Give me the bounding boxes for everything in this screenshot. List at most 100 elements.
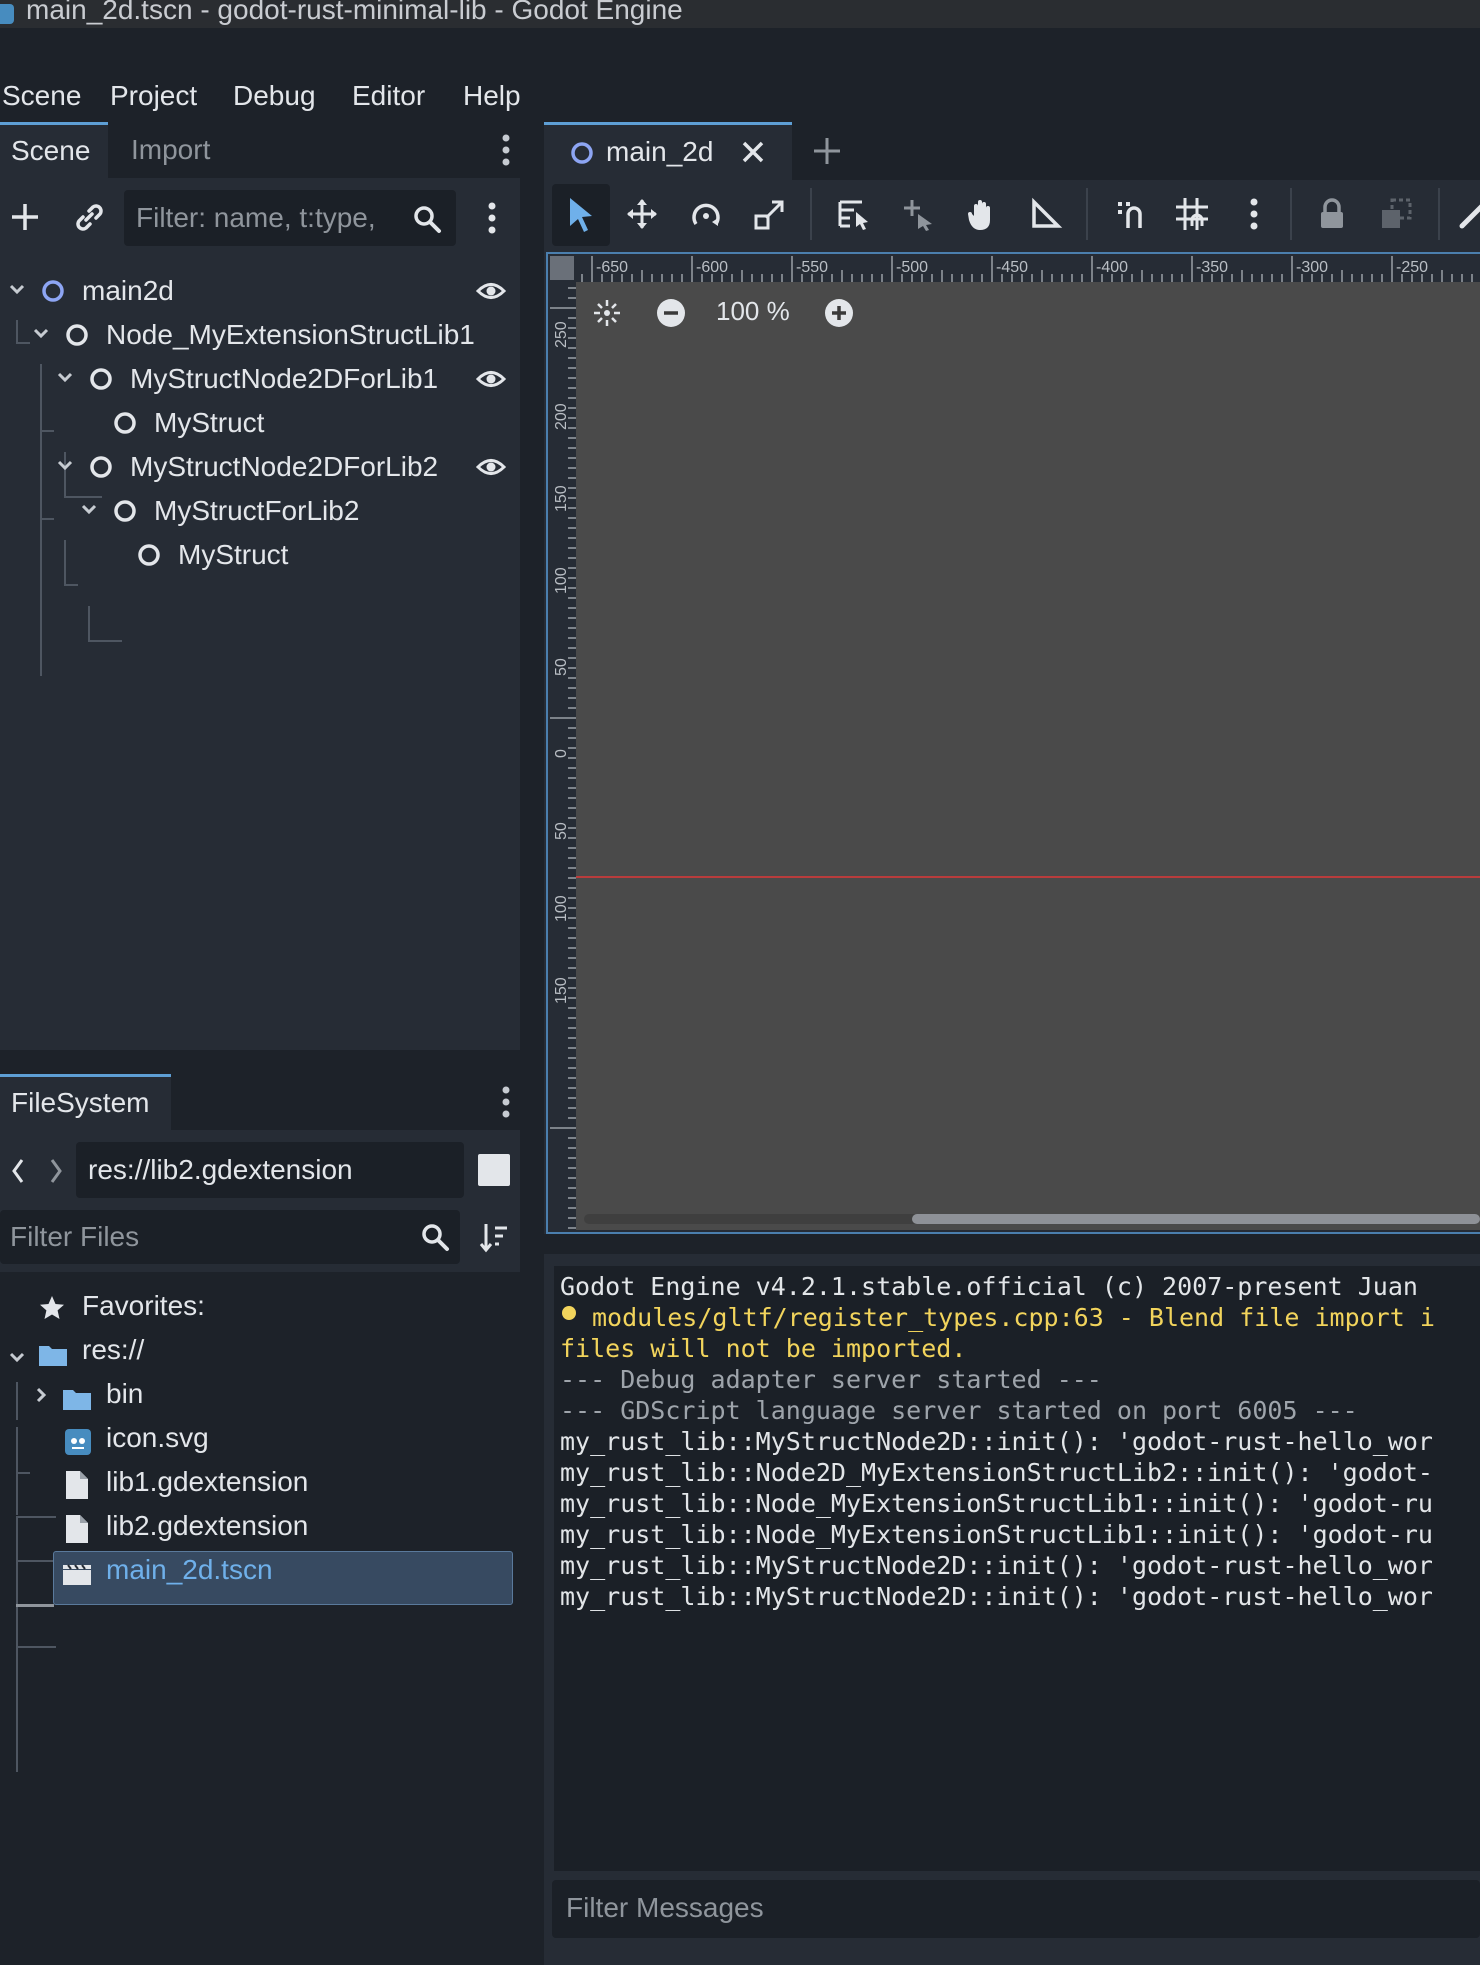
- godot-svg-icon: [64, 1428, 92, 1456]
- viewport-focus-border: [546, 252, 1480, 1234]
- expand-chevron-icon[interactable]: [34, 1386, 48, 1404]
- scene-clapper-icon: [62, 1562, 92, 1586]
- menu-debug[interactable]: Debug: [233, 80, 316, 112]
- node2d-icon: [41, 279, 65, 303]
- grid-snap-icon[interactable]: [1174, 196, 1210, 232]
- sort-icon[interactable]: [478, 1220, 510, 1254]
- tree-node-label[interactable]: MyStruct: [154, 407, 264, 439]
- tree-row-main2d[interactable]: [0, 210, 520, 254]
- path-value: res://lib2.gdextension: [88, 1154, 353, 1185]
- tree-node-label[interactable]: MyStructNode2DForLib1: [130, 363, 438, 395]
- path-input[interactable]: res://lib2.gdextension: [76, 1142, 464, 1198]
- filter-files-placeholder: Filter Files: [10, 1221, 140, 1252]
- log-line: --- GDScript language server started on …: [560, 1396, 1358, 1425]
- viewport-toolbar: [552, 182, 1480, 250]
- tab-filesystem-label: FileSystem: [11, 1087, 150, 1118]
- select-mode-button[interactable]: [552, 184, 610, 246]
- file-row-label[interactable]: lib2.gdextension: [106, 1510, 308, 1542]
- toggle-split-view-icon[interactable]: [478, 1154, 510, 1186]
- output-bottom-strip: [552, 1952, 1480, 1965]
- tab-scene-label: Scene: [11, 135, 91, 166]
- file-row-label[interactable]: lib1.gdextension: [106, 1466, 308, 1498]
- add-tab-icon[interactable]: [812, 136, 842, 166]
- search-icon: [420, 1222, 450, 1252]
- log-line: Godot Engine v4.2.1.stable.official (c) …: [560, 1272, 1418, 1301]
- log-line: my_rust_lib::Node_MyExtensionStructLib1:…: [560, 1489, 1433, 1518]
- tab-scene[interactable]: Scene: [0, 122, 108, 178]
- lock-icon[interactable]: [1314, 196, 1350, 232]
- tab-main-2d[interactable]: main_2d: [544, 122, 792, 180]
- collapse-chevron-icon[interactable]: [56, 458, 74, 472]
- log-line: my_rust_lib::MyStructNode2D::init(): 'go…: [560, 1582, 1433, 1611]
- chevron-down-icon[interactable]: [8, 250, 26, 264]
- file-icon: [64, 1514, 90, 1544]
- scene-dock-menu-icon[interactable]: [498, 130, 514, 170]
- tree-node-label[interactable]: Node_MyExtensionStructLib1: [106, 319, 475, 351]
- collapse-chevron-icon[interactable]: [32, 326, 50, 340]
- menu-bar: Scene Project Debug Editor Help: [0, 28, 1480, 120]
- file-row-label[interactable]: icon.svg: [106, 1422, 209, 1454]
- pan-hand-icon[interactable]: [964, 196, 1000, 232]
- visibility-eye-icon[interactable]: [476, 366, 506, 392]
- favorites-label[interactable]: Favorites:: [82, 1290, 205, 1322]
- folder-icon: [38, 1342, 68, 1368]
- log-line-warning: modules/gltf/register_types.cpp:63 - Ble…: [592, 1303, 1435, 1332]
- collapse-chevron-icon[interactable]: [80, 502, 98, 516]
- bone-icon[interactable]: [1456, 196, 1480, 232]
- filter-messages-input[interactable]: Filter Messages: [552, 1880, 1480, 1938]
- star-icon: [38, 1294, 66, 1322]
- node-icon: [113, 411, 137, 435]
- group-icon[interactable]: [1378, 196, 1414, 232]
- file-row-label[interactable]: main_2d.tscn: [106, 1554, 273, 1586]
- warning-dot-icon: [562, 1306, 576, 1320]
- tab-filesystem[interactable]: FileSystem: [0, 1074, 171, 1130]
- tree-node-label[interactable]: MyStructNode2DForLib2: [130, 451, 438, 483]
- tab-import[interactable]: Import: [131, 134, 210, 166]
- visibility-eye-icon[interactable]: [476, 454, 506, 480]
- collapse-chevron-icon[interactable]: [8, 1350, 26, 1364]
- rotate-mode-icon[interactable]: [688, 196, 724, 232]
- filter-files-input[interactable]: Filter Files: [0, 1210, 460, 1264]
- scene-dock: Filter: name, t:type, main2d Node_MyExte…: [0, 178, 520, 1050]
- godot-logo-icon: [0, 4, 14, 24]
- scale-mode-icon[interactable]: [752, 196, 788, 232]
- log-line: my_rust_lib::MyStructNode2D::init(): 'go…: [560, 1551, 1433, 1580]
- snap-options-icon[interactable]: [1246, 194, 1262, 234]
- node-icon: [137, 543, 161, 567]
- tab-main-2d-label: main_2d: [606, 136, 714, 167]
- pivot-icon[interactable]: [900, 196, 936, 232]
- close-icon[interactable]: [740, 139, 766, 165]
- file-icon: [64, 1470, 90, 1500]
- visibility-eye-icon[interactable]: [476, 278, 506, 304]
- node-icon: [65, 323, 89, 347]
- list-select-icon[interactable]: [836, 196, 872, 232]
- folder-icon: [62, 1386, 92, 1412]
- back-chevron-icon[interactable]: [8, 1156, 28, 1186]
- collapse-chevron-icon[interactable]: [56, 370, 74, 384]
- move-mode-icon[interactable]: [624, 196, 660, 232]
- menu-editor[interactable]: Editor: [352, 80, 425, 112]
- menu-project[interactable]: Project: [110, 80, 197, 112]
- output-log[interactable]: Godot Engine v4.2.1.stable.official (c) …: [554, 1266, 1480, 1871]
- tree-node-label[interactable]: MyStructForLib2: [154, 495, 359, 527]
- menu-help[interactable]: Help: [463, 80, 521, 112]
- smart-snap-icon[interactable]: [1112, 196, 1148, 232]
- log-line: my_rust_lib::Node_MyExtensionStructLib1:…: [560, 1520, 1433, 1549]
- forward-chevron-icon[interactable]: [46, 1156, 66, 1186]
- window-titlebar: main_2d.tscn - godot-rust-minimal-lib - …: [0, 0, 1480, 28]
- log-line-warning: files will not be imported.: [560, 1334, 967, 1363]
- menu-scene[interactable]: Scene: [2, 80, 81, 112]
- filesystem-menu-icon[interactable]: [498, 1082, 514, 1122]
- ruler-icon[interactable]: [1028, 196, 1064, 232]
- window-title: main_2d.tscn - godot-rust-minimal-lib - …: [26, 0, 683, 25]
- file-row-label[interactable]: res://: [82, 1334, 144, 1366]
- filter-messages-placeholder: Filter Messages: [566, 1892, 764, 1923]
- tree-node-label[interactable]: MyStruct: [178, 539, 288, 571]
- tree-node-label[interactable]: main2d: [82, 275, 174, 307]
- node-icon: [89, 367, 113, 391]
- filesystem-dock: res://lib2.gdextension Filter Files Favo…: [0, 1130, 520, 1965]
- collapse-chevron-icon[interactable]: [8, 282, 26, 296]
- log-line: my_rust_lib::Node2D_MyExtensionStructLib…: [560, 1458, 1433, 1487]
- file-row-label[interactable]: bin: [106, 1378, 143, 1410]
- log-line: my_rust_lib::MyStructNode2D::init(): 'go…: [560, 1427, 1433, 1456]
